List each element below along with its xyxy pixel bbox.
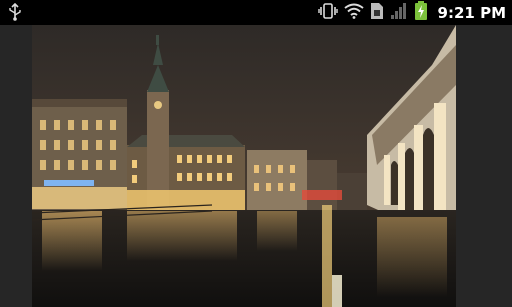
- city-night-photo[interactable]: [32, 25, 456, 307]
- status-time: 9:21 PM: [437, 3, 506, 22]
- status-bar: 9:21 PM: [0, 0, 512, 25]
- viewer-right-margin: [456, 25, 512, 307]
- image-viewer[interactable]: [0, 25, 512, 307]
- signal-icon: [390, 2, 408, 24]
- viewer-left-margin: [0, 25, 32, 307]
- sim-card-icon: [370, 2, 384, 24]
- battery-charging-icon: [414, 0, 428, 25]
- left-building: [32, 99, 127, 215]
- wifi-icon: [343, 3, 364, 23]
- vibrate-icon: [317, 2, 338, 24]
- usb-debugging-icon: [8, 2, 22, 25]
